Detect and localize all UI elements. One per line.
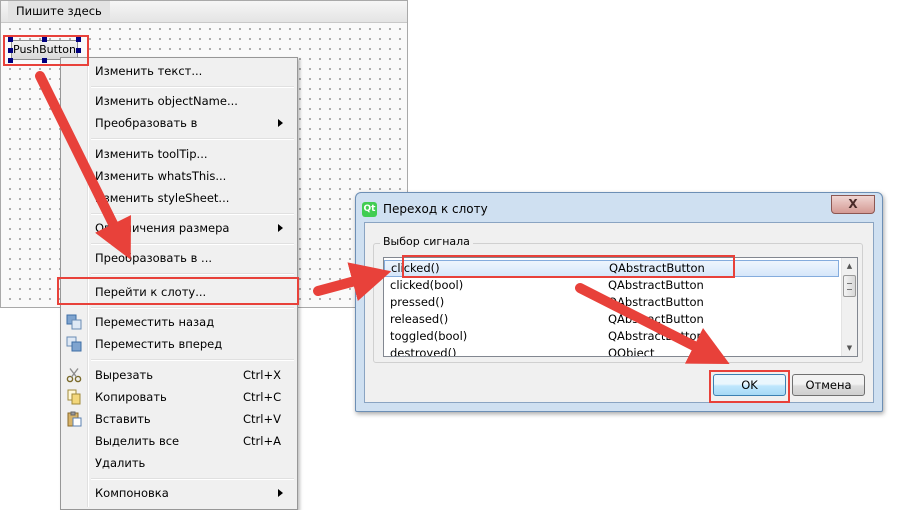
menu-separator xyxy=(91,213,294,215)
menu-item-label: Изменить toolTip... xyxy=(95,147,208,161)
menu-item-change-text[interactable]: Изменить текст... xyxy=(61,60,297,82)
menubar-placeholder[interactable]: Пишите здесь xyxy=(8,1,110,22)
menu-item-shortcut: Ctrl+A xyxy=(243,434,281,448)
copy-icon xyxy=(67,389,81,405)
context-menu: Изменить текст... Изменить objectName...… xyxy=(60,57,298,510)
menu-item-label: Копировать xyxy=(95,390,167,404)
menu-item-label: Изменить styleSheet... xyxy=(95,191,230,205)
submenu-arrow-icon xyxy=(278,119,283,127)
menu-item-change-stylesheet[interactable]: Изменить styleSheet... xyxy=(61,187,297,209)
selection-handle[interactable] xyxy=(76,48,81,53)
menu-item-label: Вырезать xyxy=(95,368,153,382)
vertical-scrollbar[interactable]: ▲ ▼ xyxy=(841,258,857,356)
ok-button[interactable]: OK xyxy=(713,374,786,396)
selection-handle[interactable] xyxy=(42,58,47,63)
menu-item-label: Преобразовать в ... xyxy=(95,251,213,265)
menu-item-promote-to[interactable]: Преобразовать в ... xyxy=(61,247,297,269)
menu-item-change-objectname[interactable]: Изменить objectName... xyxy=(61,90,297,112)
signal-row[interactable]: destroyed() QObject xyxy=(384,345,839,357)
cancel-button[interactable]: Отмена xyxy=(792,374,865,396)
menu-item-label: Переместить назад xyxy=(95,315,215,329)
signal-row[interactable]: released() QAbstractButton xyxy=(384,311,839,328)
signal-class: QAbstractButton xyxy=(608,312,704,326)
signal-class: QAbstractButton xyxy=(608,278,704,292)
menu-item-delete[interactable]: Удалить xyxy=(61,452,297,474)
signal-list[interactable]: clicked() QAbstractButton clicked(bool) … xyxy=(383,257,858,357)
menu-item-label: Изменить objectName... xyxy=(95,94,238,108)
scrollbar-thumb[interactable] xyxy=(843,275,856,297)
submenu-arrow-icon xyxy=(278,489,283,497)
menu-item-label: Перейти к слоту... xyxy=(95,285,207,299)
menu-item-copy[interactable]: Копировать Ctrl+C xyxy=(61,386,297,408)
scroll-up-icon[interactable]: ▲ xyxy=(842,258,857,274)
menu-item-paste[interactable]: Вставить Ctrl+V xyxy=(61,408,297,430)
signal-row[interactable]: clicked(bool) QAbstractButton xyxy=(384,277,839,294)
menu-item-size-constraints[interactable]: Ограничения размера xyxy=(61,217,297,239)
signal-row[interactable]: toggled(bool) QAbstractButton xyxy=(384,328,839,345)
menu-item-label: Преобразовать в xyxy=(95,116,198,130)
menu-item-label: Изменить whatsThis... xyxy=(95,169,227,183)
signal-name: toggled(bool) xyxy=(390,329,468,343)
menu-item-label: Компоновка xyxy=(95,486,169,500)
signal-row[interactable]: pressed() QAbstractButton xyxy=(384,294,839,311)
close-button[interactable]: X xyxy=(831,195,875,214)
signal-name: clicked(bool) xyxy=(390,278,464,292)
group-title: Выбор сигнала xyxy=(380,235,473,248)
menu-item-label: Выделить все xyxy=(95,434,180,448)
signal-class: QAbstractButton xyxy=(608,295,704,309)
selection-handle[interactable] xyxy=(76,37,81,42)
dialog-client-area: Выбор сигнала clicked() QAbstractButton … xyxy=(364,222,874,403)
menu-separator xyxy=(91,478,294,480)
menu-separator xyxy=(91,307,294,309)
qt-logo-icon: Qt xyxy=(362,202,377,217)
menu-item-morph-into[interactable]: Преобразовать в xyxy=(61,112,297,134)
selection-handle[interactable] xyxy=(8,48,13,53)
form-menubar[interactable]: Пишите здесь xyxy=(1,1,407,23)
menu-separator xyxy=(91,359,294,361)
menu-item-bring-forward[interactable]: Переместить вперед xyxy=(61,333,297,355)
selection-handle[interactable] xyxy=(8,37,13,42)
menu-item-shortcut: Ctrl+X xyxy=(243,368,281,382)
bring-forward-icon xyxy=(66,336,82,352)
menu-item-label: Ограничения размера xyxy=(95,221,230,235)
menu-item-label: Вставить xyxy=(95,412,151,426)
menu-separator xyxy=(91,138,294,140)
menu-item-shortcut: Ctrl+C xyxy=(243,390,282,404)
menu-item-change-whatsthis[interactable]: Изменить whatsThis... xyxy=(61,165,297,187)
menu-separator xyxy=(91,86,294,88)
signal-class: QObject xyxy=(608,346,655,357)
selection-handle[interactable] xyxy=(8,58,13,63)
menu-item-cut[interactable]: Вырезать Ctrl+X xyxy=(61,364,297,386)
signal-name: pressed() xyxy=(390,295,445,309)
go-to-slot-dialog: Qt Переход к слоту X Выбор сигнала click… xyxy=(355,192,883,412)
menu-separator xyxy=(91,273,294,275)
signal-name: released() xyxy=(390,312,449,326)
menu-item-send-backward[interactable]: Переместить назад xyxy=(61,311,297,333)
signal-name: clicked() xyxy=(391,261,440,275)
scissors-icon xyxy=(66,368,82,383)
menu-item-go-to-slot[interactable]: Перейти к слоту... xyxy=(61,281,297,303)
menu-item-label: Переместить вперед xyxy=(95,337,223,351)
signal-name: destroyed() xyxy=(390,346,457,357)
menu-item-select-all[interactable]: Выделить все Ctrl+A xyxy=(61,430,297,452)
signal-row[interactable]: clicked() QAbstractButton xyxy=(384,260,839,277)
menu-item-label: Удалить xyxy=(95,456,146,470)
send-backward-icon xyxy=(66,314,82,330)
selection-handle[interactable] xyxy=(42,37,47,42)
signal-class: QAbstractButton xyxy=(608,329,704,343)
menu-item-shortcut: Ctrl+V xyxy=(243,412,281,426)
menu-item-label: Изменить текст... xyxy=(95,64,203,78)
signal-class: QAbstractButton xyxy=(609,261,705,275)
menu-item-change-tooltip[interactable]: Изменить toolTip... xyxy=(61,143,297,165)
paste-icon xyxy=(67,411,82,427)
submenu-arrow-icon xyxy=(278,224,283,232)
menu-item-layout[interactable]: Компоновка xyxy=(61,482,297,504)
scroll-down-icon[interactable]: ▼ xyxy=(842,340,857,356)
menu-separator xyxy=(91,243,294,245)
dialog-title: Переход к слоту xyxy=(383,202,488,216)
